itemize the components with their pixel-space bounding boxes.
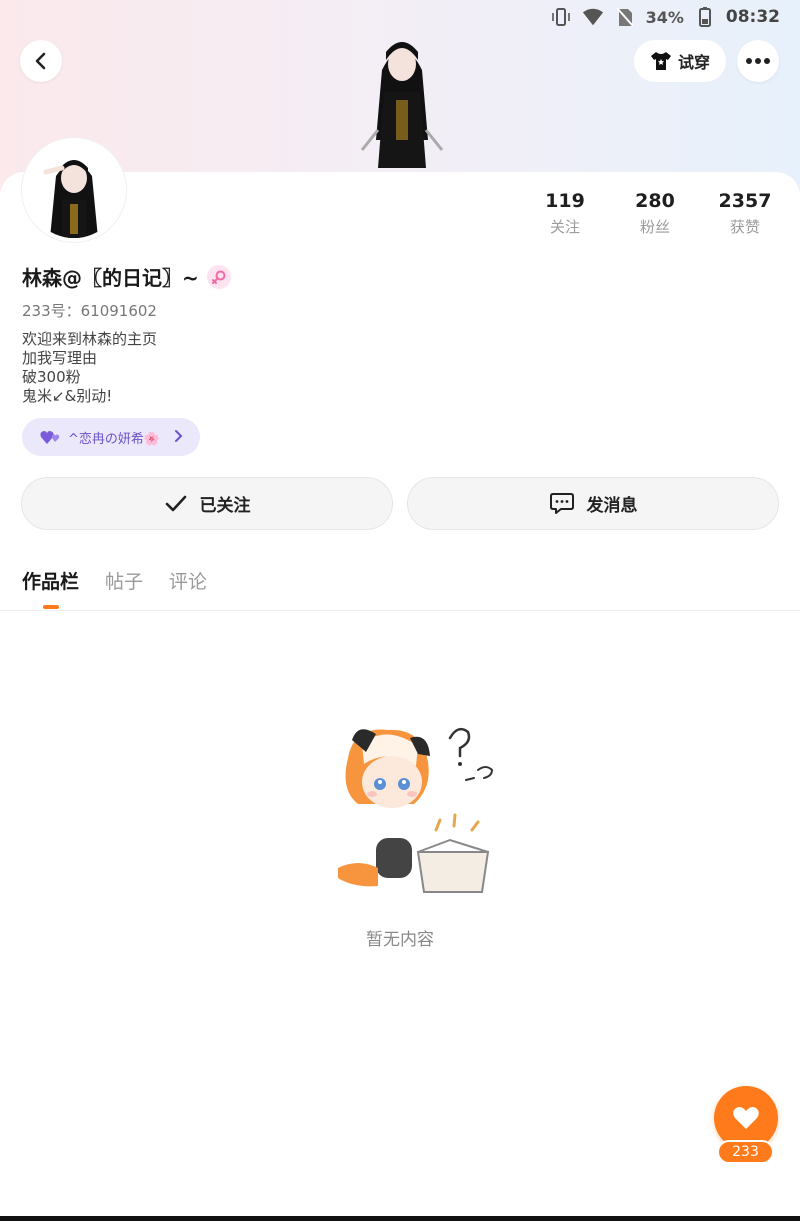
stat-value: 280 (635, 190, 675, 212)
wifi-icon (582, 6, 604, 28)
battery-icon (694, 6, 716, 28)
tab-comments[interactable]: 评论 (169, 567, 207, 594)
follow-label: 已关注 (199, 496, 251, 516)
stat-label: 获赞 (729, 218, 760, 236)
stat-value: 2357 (718, 190, 772, 212)
stat-value: 119 (545, 190, 585, 212)
avatar[interactable] (22, 138, 126, 242)
status-bar: 34% 08:32 (550, 4, 780, 30)
more-icon (746, 58, 770, 64)
hearts-icon (40, 431, 60, 444)
following-button[interactable]: 已关注 (21, 477, 393, 530)
active-tab-indicator (43, 605, 59, 609)
profile-name: 林森@〖的日记〗~ (22, 266, 199, 290)
bio-line: 欢迎来到林森的主页 (22, 330, 158, 348)
tab-posts[interactable]: 帖子 (105, 567, 143, 594)
like-count-badge: 233 (717, 1140, 774, 1164)
heart-icon (733, 1107, 759, 1129)
stat-following[interactable]: 119 关注 (520, 190, 610, 237)
stat-label: 关注 (549, 218, 580, 236)
bio: 欢迎来到林森的主页 加我写理由 破300粉 鬼米↙&别动! (22, 330, 157, 406)
name-row: 林森@〖的日记〗~ (22, 262, 231, 291)
tabs-divider (0, 610, 800, 611)
no-sim-icon (614, 6, 636, 28)
bio-line: 破300粉 (22, 368, 81, 386)
empty-state-text: 暂无内容 (366, 930, 434, 950)
content-tabs: 作品栏 帖子 评论 (22, 567, 207, 594)
check-icon (165, 495, 186, 511)
tag-label: ^恋冉の妍希🌸 (68, 431, 161, 447)
back-button[interactable] (20, 40, 62, 82)
bio-line: 加我写理由 (22, 349, 98, 367)
chat-bubble-icon (549, 492, 574, 514)
shirt-icon (650, 52, 671, 70)
vibrate-icon (550, 6, 572, 28)
message-label: 发消息 (586, 496, 638, 516)
back-icon (35, 52, 46, 70)
message-button[interactable]: 发消息 (407, 477, 779, 530)
relationship-tag[interactable]: ^恋冉の妍希🌸 (22, 418, 200, 456)
stat-likes[interactable]: 2357 获赞 (700, 190, 790, 237)
user-id: 233号：61091602 (22, 302, 157, 320)
stats-row: 119 关注 280 粉丝 2357 获赞 (520, 190, 790, 237)
empty-state-illustration (318, 718, 498, 898)
stat-followers[interactable]: 280 粉丝 (610, 190, 700, 237)
bottom-edge (0, 1216, 800, 1221)
chevron-right-icon (174, 428, 184, 447)
clock: 08:32 (725, 7, 780, 27)
tab-works[interactable]: 作品栏 (22, 567, 79, 594)
tryon-button[interactable]: 试穿 (634, 40, 726, 82)
more-button[interactable] (737, 40, 779, 82)
female-icon (206, 264, 231, 289)
bio-line: 鬼米↙&别动! (22, 387, 113, 405)
battery-text: 34% (645, 7, 684, 27)
tryon-label: 试穿 (677, 53, 710, 72)
avatar-figure-illustration (352, 30, 452, 172)
stat-label: 粉丝 (639, 218, 670, 236)
